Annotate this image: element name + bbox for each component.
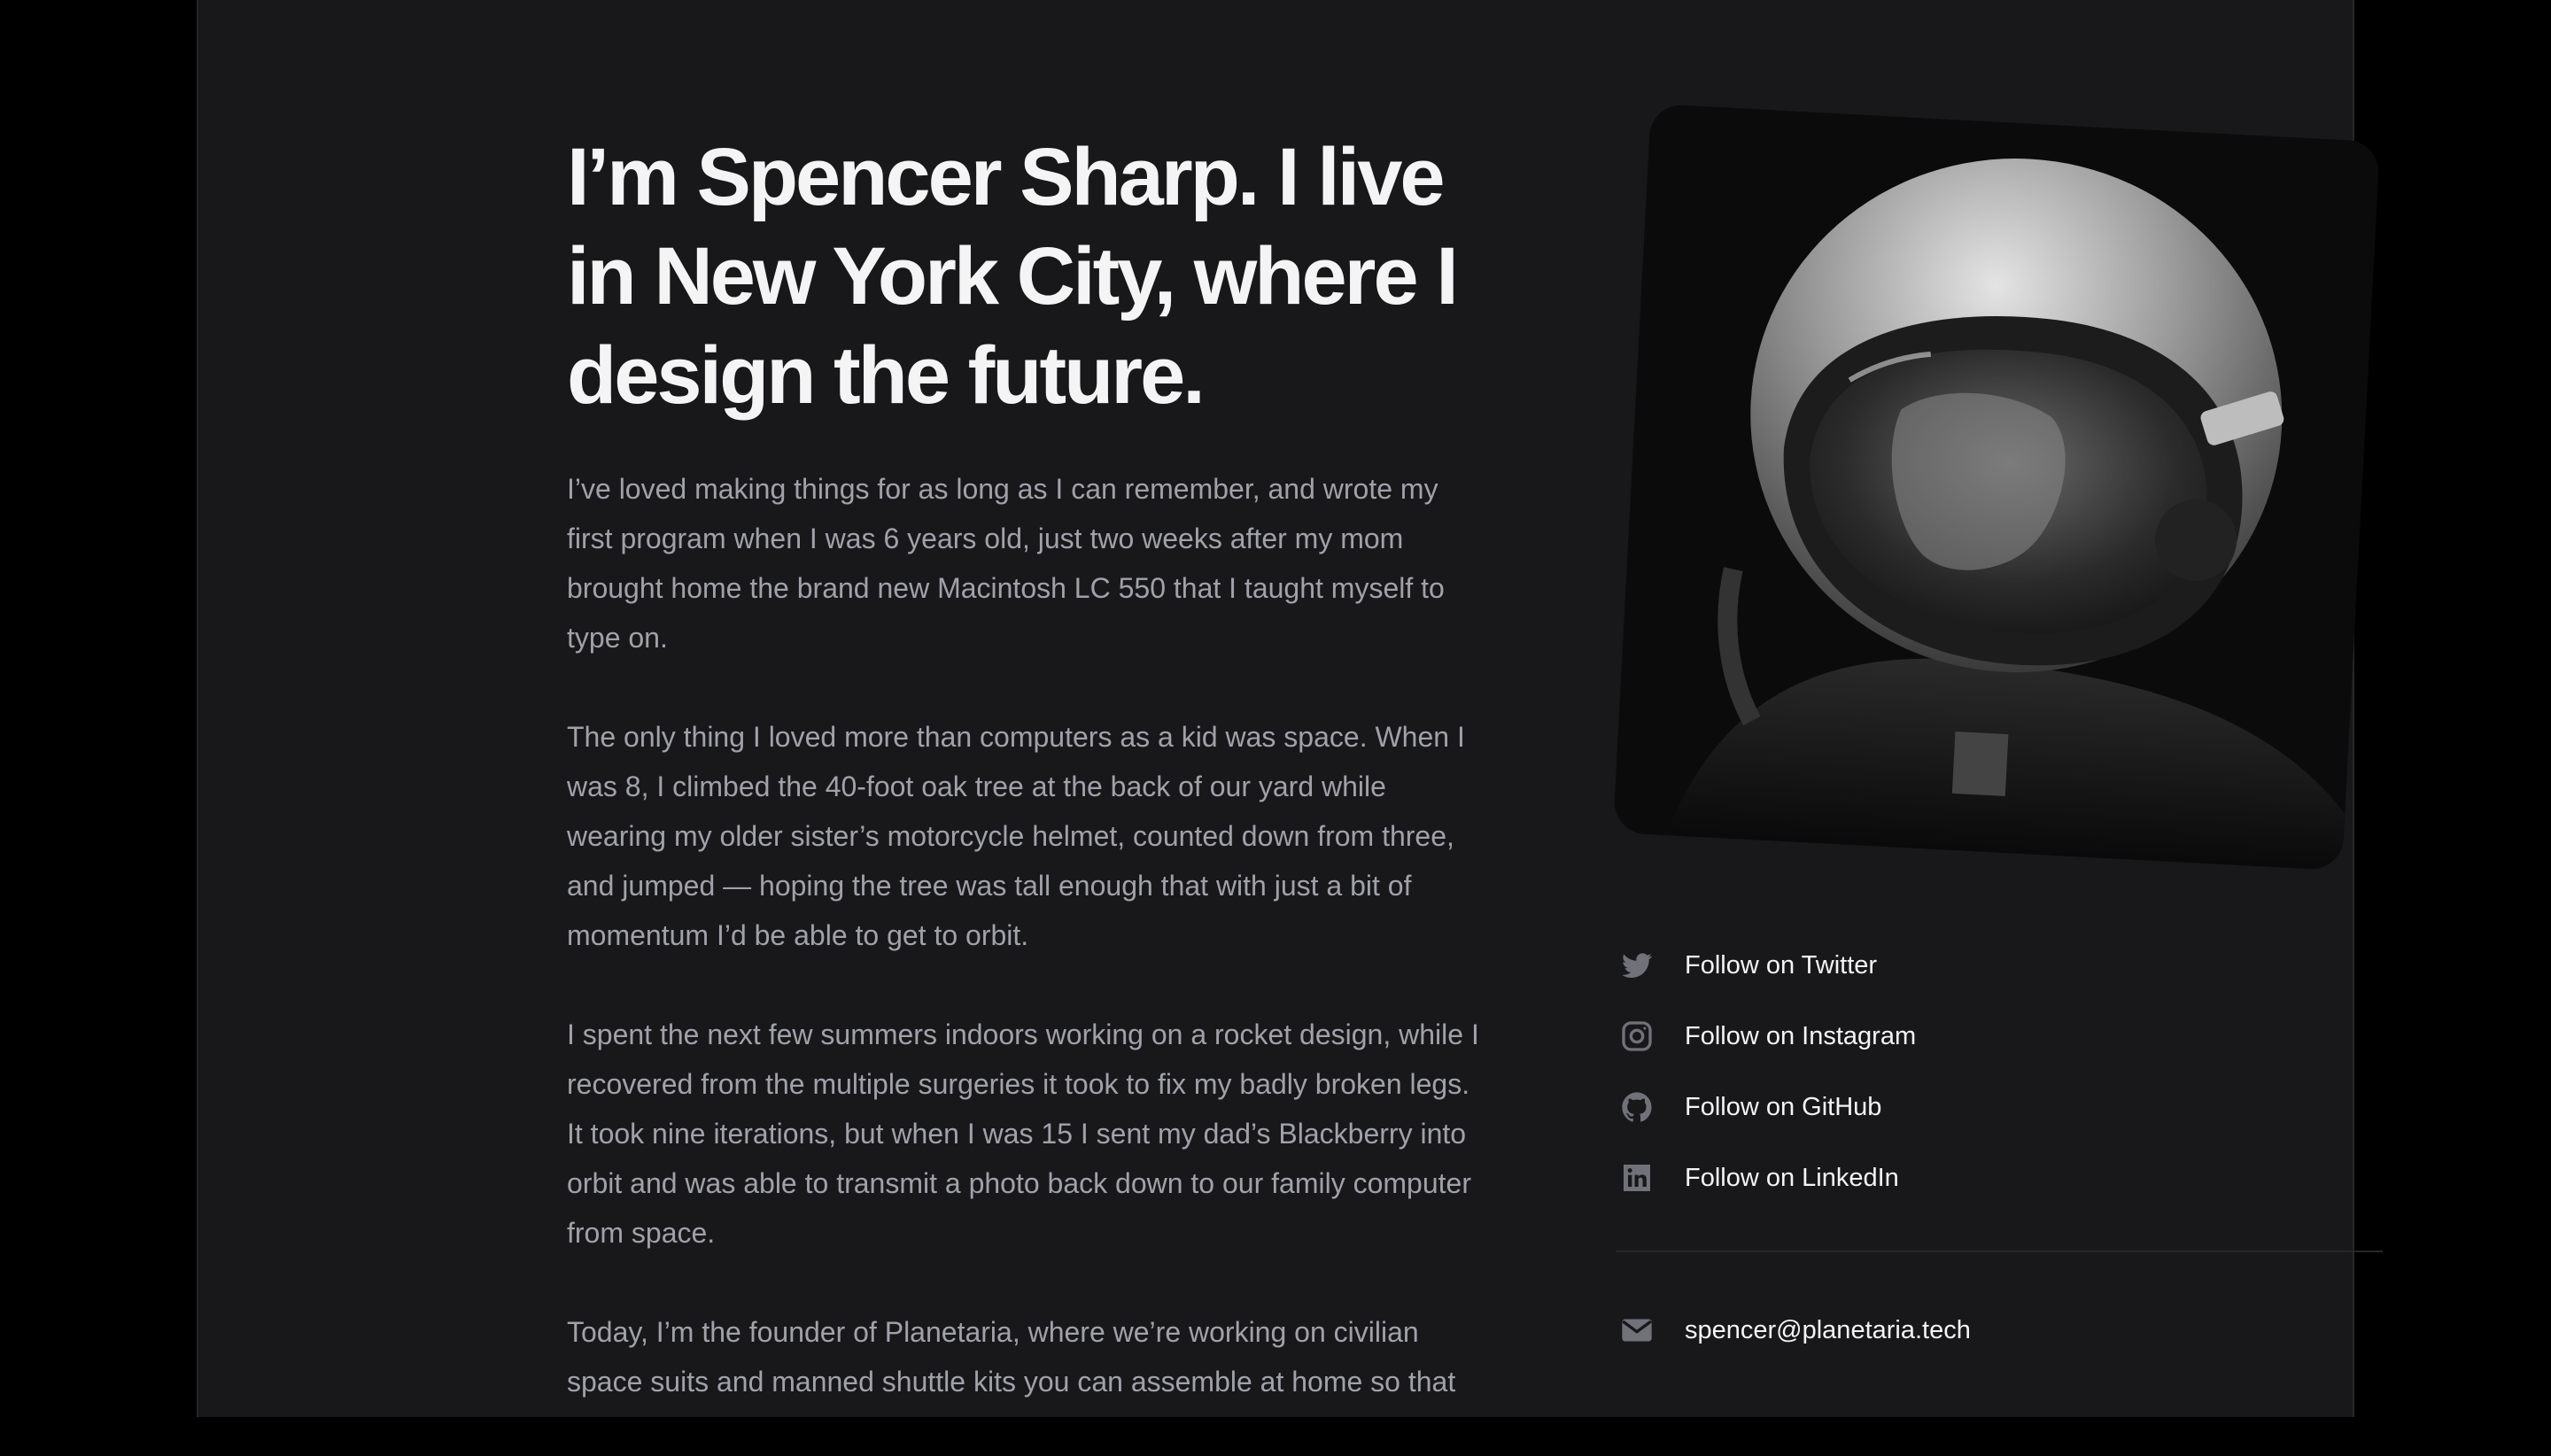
bio-paragraph: Today, I’m the founder of Planetaria, wh… (567, 1316, 1456, 1398)
bio-paragraph: The only thing I loved more than compute… (567, 721, 1465, 951)
twitter-link-label: Follow on Twitter (1685, 950, 1878, 980)
portrait-photo (1613, 104, 2380, 871)
linkedin-link[interactable]: Follow on LinkedIn (1616, 1142, 2383, 1213)
email-link[interactable]: spencer@planetaria.tech (1616, 1295, 1971, 1366)
linkedin-icon (1616, 1157, 1658, 1199)
bio-paragraph: I’ve loved making things for as long as … (567, 473, 1445, 654)
github-icon (1616, 1086, 1658, 1128)
email-link-label: spencer@planetaria.tech (1685, 1315, 1971, 1344)
linkedin-link-label: Follow on LinkedIn (1685, 1163, 1899, 1192)
bio-paragraph: I spent the next few summers indoors wor… (567, 1018, 1479, 1249)
twitter-icon (1616, 944, 1658, 987)
social-links-list: Follow on Twitter Follow on Instagram Fo… (1616, 930, 2383, 1213)
instagram-icon (1616, 1015, 1658, 1057)
instagram-link[interactable]: Follow on Instagram (1616, 1001, 2383, 1072)
twitter-link[interactable]: Follow on Twitter (1616, 930, 2383, 1001)
github-link[interactable]: Follow on GitHub (1616, 1072, 2383, 1142)
divider (1616, 1251, 2383, 1252)
instagram-link-label: Follow on Instagram (1685, 1021, 1917, 1050)
page-title: I’m Spencer Sharp. I live in New York Ci… (567, 132, 1459, 421)
mail-icon (1616, 1309, 1658, 1351)
github-link-label: Follow on GitHub (1685, 1092, 1882, 1121)
bio-section: I’ve loved making things for as long as … (567, 464, 1479, 1456)
page-container: I’m Spencer Sharp. I live in New York Ci… (197, 0, 2383, 1417)
